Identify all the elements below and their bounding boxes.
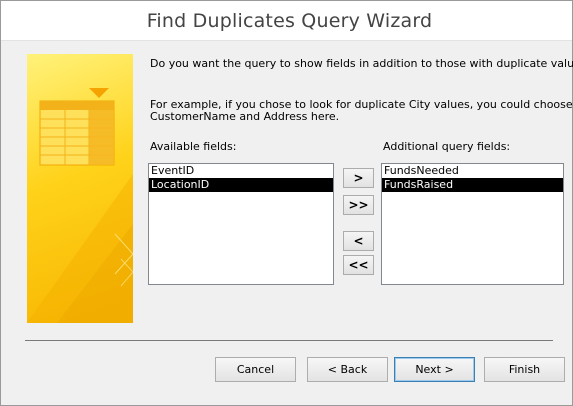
available-fields-list[interactable]: EventID LocationID: [148, 163, 334, 285]
remove-all-fields-button[interactable]: <<: [343, 255, 374, 275]
back-button[interactable]: < Back: [307, 357, 388, 382]
finish-button-label: Finish: [508, 363, 541, 376]
example-text-line2: CustomerName and Address here.: [150, 110, 340, 123]
list-item-locationid[interactable]: LocationID: [149, 178, 333, 192]
finish-button[interactable]: Finish: [484, 357, 565, 382]
remove-field-button[interactable]: <: [343, 231, 374, 251]
list-item-fundsraised[interactable]: FundsRaised: [382, 178, 563, 192]
next-button[interactable]: Next >: [394, 357, 475, 382]
next-button-label: Next >: [415, 363, 454, 376]
table-graphic-icon: [27, 88, 133, 323]
list-item-eventid[interactable]: EventID: [149, 164, 333, 178]
question-text: Do you want the query to show fields in …: [150, 57, 573, 70]
wizard-illustration: [27, 54, 133, 323]
add-field-button[interactable]: >: [343, 168, 374, 188]
additional-fields-list[interactable]: FundsNeeded FundsRaised: [381, 163, 564, 285]
additional-fields-label: Additional query fields:: [383, 140, 511, 153]
cancel-button[interactable]: Cancel: [215, 357, 296, 382]
wizard-window: Find Duplicates Query Wizard Do you want…: [0, 0, 573, 406]
footer-divider: [25, 340, 553, 341]
list-item-fundsneeded[interactable]: FundsNeeded: [382, 164, 563, 178]
cancel-button-label: Cancel: [236, 363, 275, 376]
back-button-label: < Back: [327, 363, 368, 376]
available-fields-label: Available fields:: [150, 140, 237, 153]
title-bar: Find Duplicates Query Wizard: [1, 1, 572, 41]
window-title: Find Duplicates Query Wizard: [146, 9, 433, 32]
add-all-fields-button[interactable]: >>: [343, 195, 374, 215]
